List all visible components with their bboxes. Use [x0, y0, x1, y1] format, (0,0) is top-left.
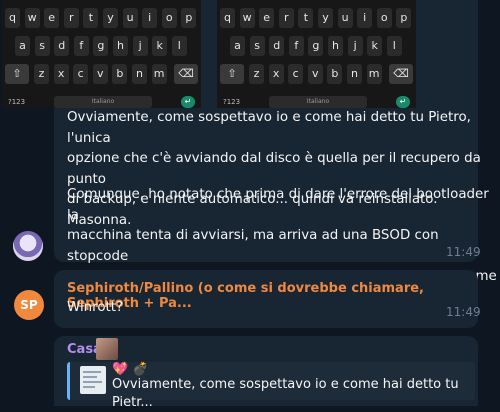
key-f[interactable]: f [288, 36, 304, 56]
key-c[interactable]: c [73, 64, 89, 84]
key-k[interactable]: k [367, 36, 383, 56]
key-v[interactable]: v [307, 64, 323, 84]
keyboard-screenshot-left[interactable]: q w e r t y u i o p a s d f g h j k l z x c v b n m ⇧ ⌫ ?123 Italiano… [2, 0, 201, 108]
key-row-2-row: asdfghjkl [217, 36, 416, 56]
key-g[interactable]: g [93, 36, 109, 56]
key-v[interactable]: v [92, 64, 108, 84]
key-n[interactable]: n [132, 64, 147, 84]
key-x[interactable]: x [268, 64, 284, 84]
key-y[interactable]: y [103, 8, 118, 28]
shift-key[interactable]: ⇧ [220, 64, 244, 84]
key-j[interactable]: j [132, 36, 148, 56]
enter-key[interactable]: ↵ [181, 96, 195, 108]
space-key[interactable]: Italiano [54, 96, 152, 108]
user-avatar[interactable] [13, 231, 43, 261]
key-t[interactable]: t [298, 8, 314, 28]
key-s[interactable]: s [249, 36, 265, 56]
space-key[interactable]: Italiano [269, 96, 367, 108]
key-r[interactable]: r [63, 8, 79, 28]
key-e[interactable]: e [259, 8, 275, 28]
key-m[interactable]: m [151, 64, 167, 84]
key-p[interactable]: p [396, 8, 412, 28]
key-e[interactable]: e [44, 8, 60, 28]
key-row-bottom: ?123 Italiano ↵ [217, 96, 416, 108]
key-w[interactable]: w [239, 8, 255, 28]
key-z[interactable]: z [34, 64, 49, 84]
numbers-key[interactable]: ?123 [8, 98, 25, 106]
key-x[interactable]: x [53, 64, 69, 84]
reply-thumbnail [80, 366, 106, 394]
message-time: 11:49 [446, 305, 481, 319]
key-u[interactable]: u [122, 8, 138, 28]
keyboard-screenshot-right[interactable]: q w e r t y u i o p a s d f g h j k l z x c v b n m ⇧ ⌫ ?123 Italiano… [217, 0, 416, 108]
key-s[interactable]: s [34, 36, 50, 56]
key-row-bottom: ?123 Italiano ↵ [2, 96, 201, 108]
key-t[interactable]: t [83, 8, 99, 28]
key-h[interactable]: h [113, 36, 128, 56]
reply-text: Ovviamente, come sospettavo io e come ha… [112, 377, 463, 410]
key-p[interactable]: p [181, 8, 197, 28]
message-time: 11:49 [446, 245, 481, 259]
key-o[interactable]: o [161, 8, 177, 28]
key-b[interactable]: b [112, 64, 128, 84]
key-a[interactable]: a [15, 36, 30, 56]
key-q[interactable]: q [5, 8, 20, 28]
key-o[interactable]: o [376, 8, 392, 28]
message-text: Winrott? [67, 300, 124, 315]
sender-sticker-avatar [96, 338, 118, 360]
key-y[interactable]: y [318, 8, 333, 28]
key-f[interactable]: f [73, 36, 89, 56]
backspace-key[interactable]: ⌫ [389, 64, 413, 84]
key-b[interactable]: b [327, 64, 343, 84]
sender-name[interactable]: Sephiroth/Pallino (o come si dovrebbe ch… [67, 281, 500, 311]
key-row-1-row: qwertyuiop [217, 8, 416, 28]
reply-emojis: 💖 💣 [112, 362, 149, 377]
key-k[interactable]: k [152, 36, 168, 56]
key-d[interactable]: d [269, 36, 285, 56]
key-h[interactable]: h [328, 36, 343, 56]
key-r[interactable]: r [278, 8, 294, 28]
key-n[interactable]: n [347, 64, 362, 84]
key-row-2-row: asdfghjkl [2, 36, 201, 56]
backspace-key[interactable]: ⌫ [174, 64, 198, 84]
key-z[interactable]: z [249, 64, 264, 84]
key-row-3-row: z x c v b n m ⇧ ⌫ [217, 64, 416, 84]
key-q[interactable]: q [220, 8, 235, 28]
key-w[interactable]: w [24, 8, 40, 28]
key-m[interactable]: m [366, 64, 382, 84]
key-l[interactable]: l [386, 36, 402, 56]
key-row-1-row: qwertyuiop [2, 8, 201, 28]
numbers-key[interactable]: ?123 [223, 98, 240, 106]
key-j[interactable]: j [347, 36, 363, 56]
key-i[interactable]: i [357, 8, 373, 28]
sender-avatar[interactable]: SP [14, 290, 44, 320]
enter-key[interactable]: ↵ [396, 96, 410, 108]
key-l[interactable]: l [171, 36, 187, 56]
key-c[interactable]: c [288, 64, 304, 84]
key-row-3-row: z x c v b n m ⇧ ⌫ [2, 64, 201, 84]
key-g[interactable]: g [308, 36, 324, 56]
key-i[interactable]: i [142, 8, 158, 28]
key-a[interactable]: a [230, 36, 245, 56]
shift-key[interactable]: ⇧ [5, 64, 29, 84]
key-d[interactable]: d [54, 36, 70, 56]
key-u[interactable]: u [337, 8, 353, 28]
